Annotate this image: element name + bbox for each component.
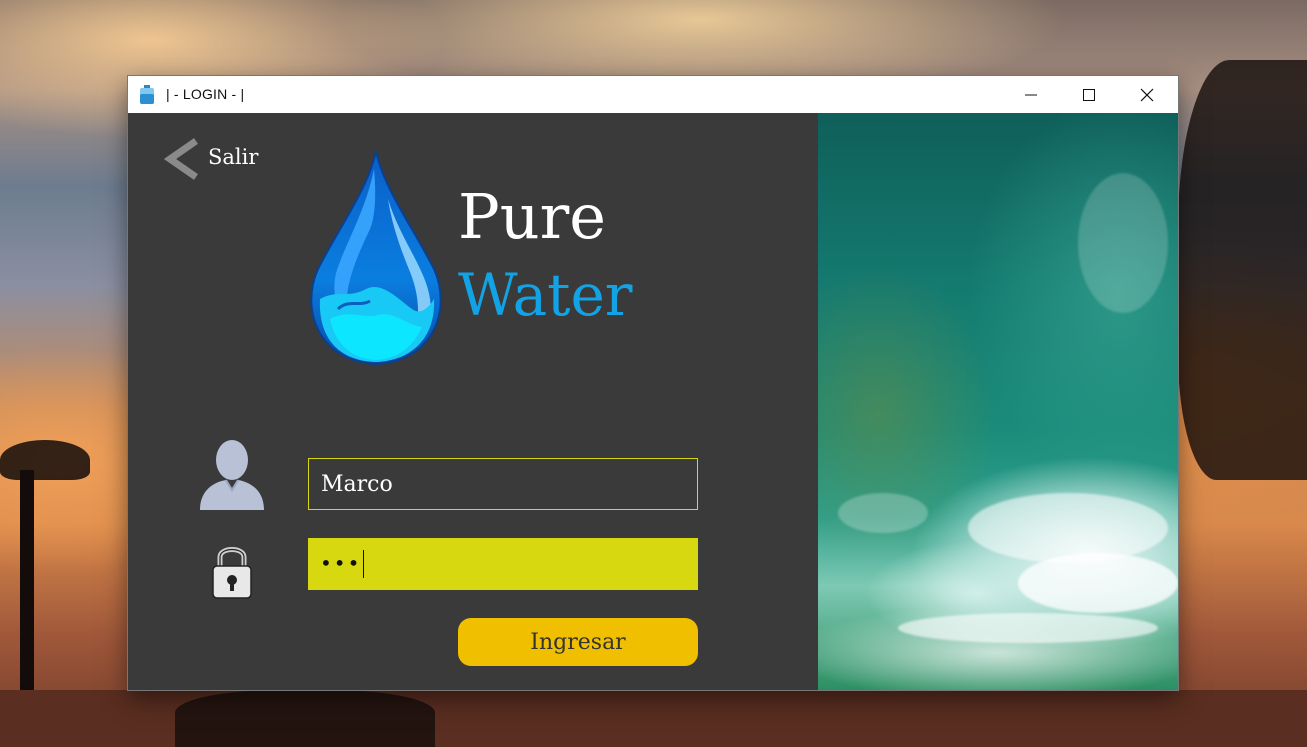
wave-foam — [898, 613, 1158, 643]
login-panel: Salir Pure Water Marco ••• Ingresar — [128, 113, 818, 690]
minimize-button[interactable] — [1002, 76, 1060, 113]
username-field[interactable]: Marco — [308, 458, 698, 510]
user-icon — [200, 440, 264, 510]
wave-foam — [968, 493, 1168, 563]
lock-icon — [212, 547, 252, 599]
username-value: Marco — [321, 471, 393, 497]
ingresar-button[interactable]: Ingresar — [458, 618, 698, 666]
wave-foam — [1078, 173, 1168, 313]
back-chevron-icon — [164, 138, 198, 180]
close-button[interactable] — [1118, 76, 1176, 113]
ocean-wave-image — [818, 113, 1178, 690]
login-window: | - LOGIN - | Salir Pure Water Marco •••… — [128, 76, 1178, 690]
title-bar[interactable]: | - LOGIN - | — [128, 76, 1178, 113]
water-drop-logo — [310, 150, 442, 366]
wallpaper-elephant — [175, 690, 435, 747]
maximize-button[interactable] — [1060, 76, 1118, 113]
password-mask: ••• — [320, 551, 362, 575]
wave-foam — [1018, 553, 1178, 613]
maximize-icon — [1083, 88, 1095, 101]
exit-button[interactable]: Salir — [164, 137, 258, 181]
password-field[interactable]: ••• — [308, 538, 698, 590]
brand-pure: Pure — [458, 180, 606, 253]
window-content: Salir Pure Water Marco ••• Ingresar — [128, 113, 1178, 690]
exit-label: Salir — [208, 145, 259, 169]
wallpaper-tree-right — [1178, 60, 1307, 480]
wave-foam — [838, 493, 928, 533]
wallpaper-tree-left — [0, 440, 90, 480]
brand-water: Water — [458, 261, 633, 329]
minimize-icon — [1025, 94, 1037, 95]
close-icon — [1140, 88, 1154, 101]
app-water-bottle-icon — [140, 85, 154, 104]
text-caret — [363, 550, 365, 578]
window-title: | - LOGIN - | — [166, 86, 245, 102]
